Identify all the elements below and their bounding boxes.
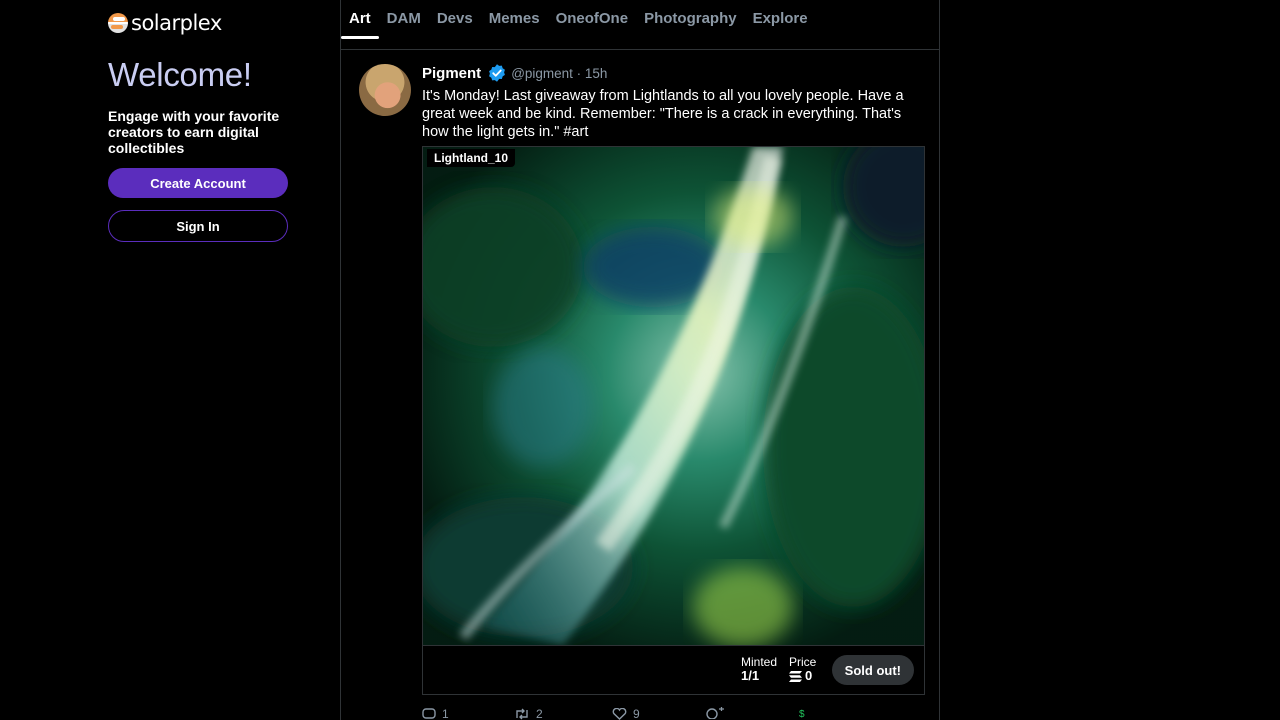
avatar[interactable] [359, 64, 411, 116]
minted-label: Minted [741, 655, 778, 669]
tip-button[interactable]: $ [798, 707, 808, 719]
tab-oneofone[interactable]: OneofOne [548, 0, 637, 50]
price-row: 0 [789, 669, 816, 683]
feed-tabs: Art DAM Devs Memes OneofOne Photography … [341, 0, 939, 50]
add-reaction-icon [706, 707, 724, 719]
reply-count: 1 [442, 707, 449, 720]
sold-out-button[interactable]: Sold out! [831, 655, 914, 685]
like-count: 9 [633, 707, 640, 720]
artwork-image[interactable]: Lightland_10 [423, 147, 924, 645]
tab-dam[interactable]: DAM [379, 0, 429, 50]
price-value: 0 [805, 668, 813, 683]
repost-count: 2 [536, 707, 543, 720]
artwork-svg [423, 147, 924, 645]
reply-icon [422, 708, 436, 719]
post-text: It's Monday! Last giveaway from Lightlan… [422, 88, 904, 140]
verified-badge-icon [489, 64, 506, 82]
tagline: Engage with your favorite creators to ea… [108, 108, 280, 156]
welcome-heading: Welcome! [108, 56, 252, 93]
author-name[interactable]: Pigment [422, 65, 481, 82]
nft-card[interactable]: Lightland_10 Minted 1/1 Price 0 Sold out… [422, 146, 925, 695]
like-button[interactable]: 9 [612, 707, 640, 720]
tab-explore[interactable]: Explore [745, 0, 816, 50]
tab-devs[interactable]: Devs [429, 0, 481, 50]
nft-footer: Minted 1/1 Price 0 Sold out! [423, 645, 924, 694]
post[interactable]: Pigment @pigment · 15h It's Monday! Last… [341, 50, 939, 720]
price-label: Price [789, 655, 817, 669]
handle-and-time: @pigment · 15h [511, 65, 608, 81]
repost-icon [516, 708, 528, 720]
artwork-title: Lightland_10 [427, 149, 516, 167]
logo[interactable]: solarplex [108, 10, 288, 36]
dollar-icon: $ [799, 709, 805, 719]
reply-button[interactable]: 1 [422, 707, 449, 720]
logo-text: solarplex [131, 11, 222, 35]
post-actions: 1 2 9 $ [422, 707, 923, 720]
main-feed: Art DAM Devs Memes OneofOne Photography … [340, 0, 940, 720]
tab-art[interactable]: Art [341, 0, 379, 50]
minted-value: 1/1 [741, 668, 760, 683]
sign-in-button[interactable]: Sign In [108, 210, 288, 242]
react-button[interactable] [705, 707, 725, 719]
create-account-button[interactable]: Create Account [108, 168, 288, 198]
price-stat: Price 0 [789, 655, 816, 683]
svg-text:$: $ [799, 709, 805, 719]
post-header: Pigment @pigment · 15h [422, 62, 923, 84]
post-body: Pigment @pigment · 15h It's Monday! Last… [422, 62, 925, 720]
sidebar: solarplex Welcome! Engage with your favo… [108, 10, 288, 242]
tab-memes[interactable]: Memes [481, 0, 548, 50]
heart-icon [612, 708, 627, 720]
repost-button[interactable]: 2 [514, 707, 543, 720]
solana-icon [789, 670, 802, 682]
solarplex-logo-icon [108, 13, 128, 33]
tab-photography[interactable]: Photography [636, 0, 745, 50]
minted-stat: Minted 1/1 [741, 655, 777, 683]
